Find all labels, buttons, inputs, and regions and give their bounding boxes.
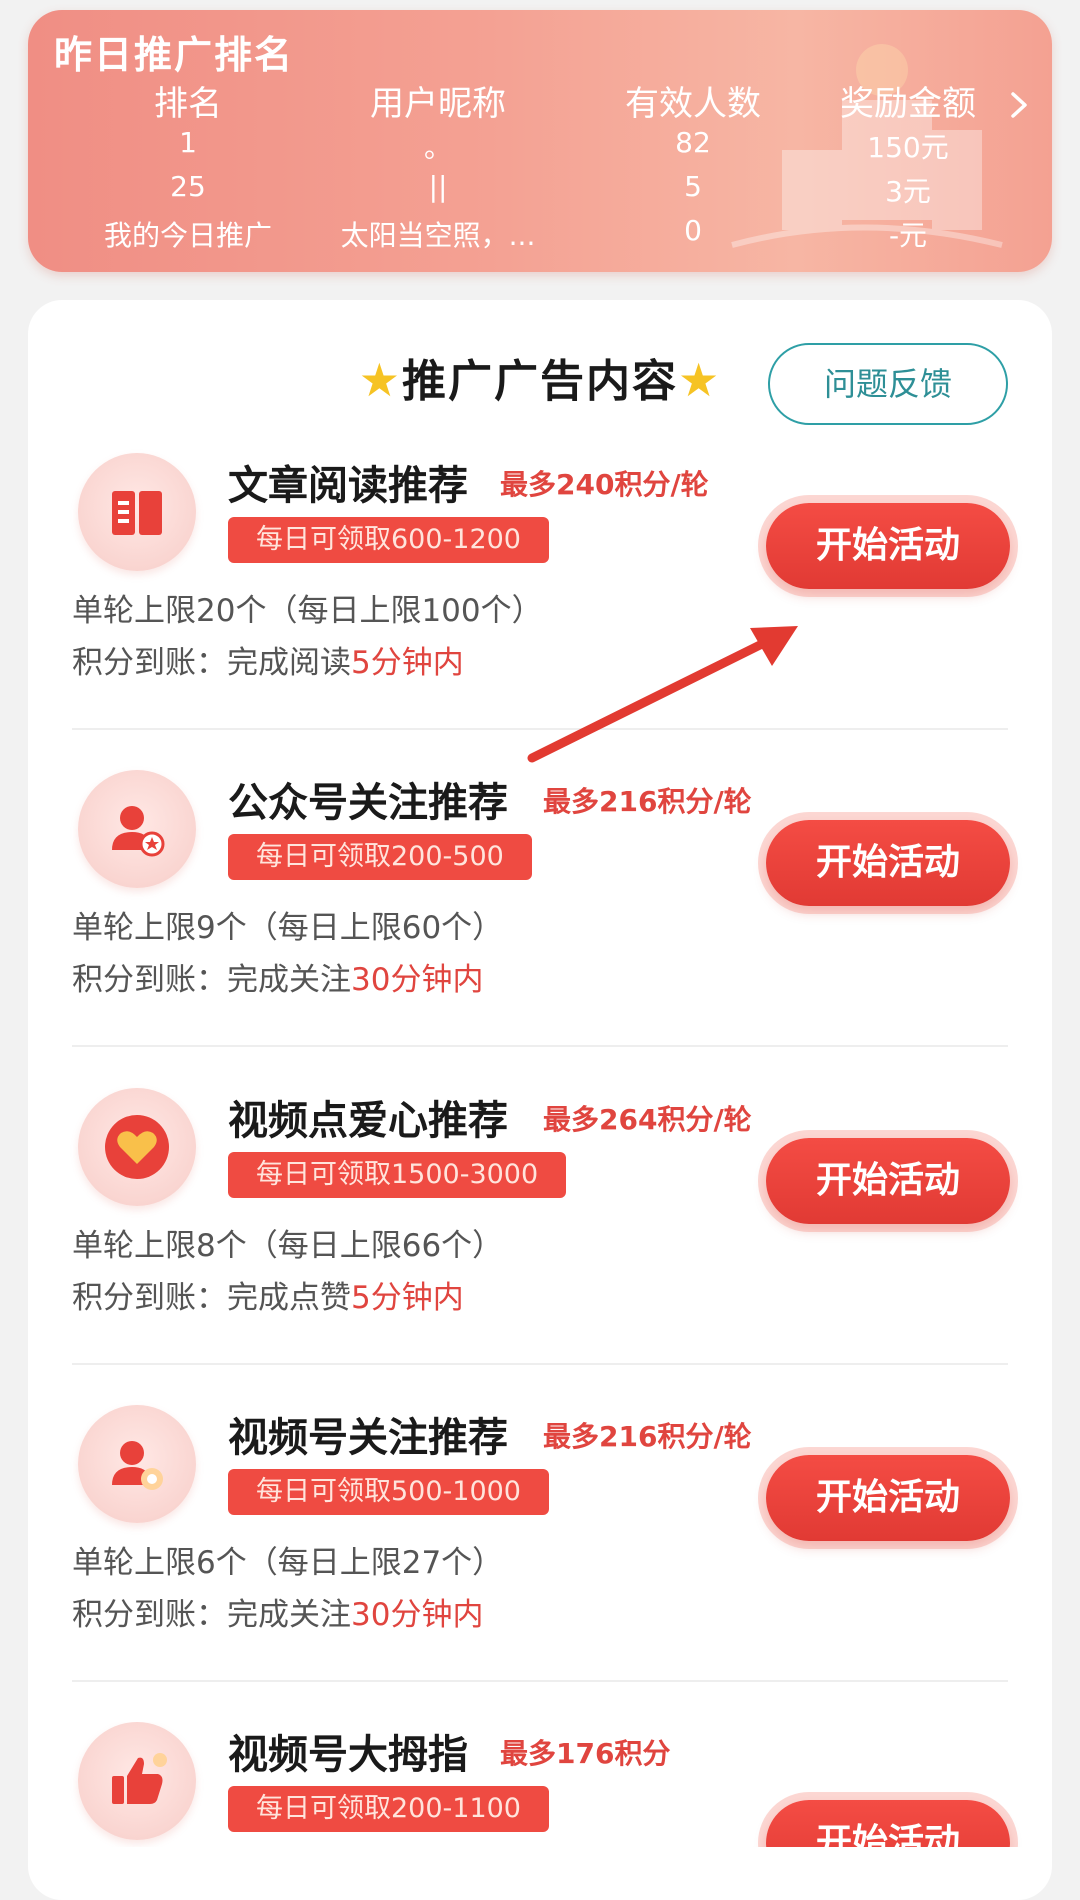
points-time: 5分钟内 bbox=[351, 1280, 464, 1316]
task-name: 视频点爱心推荐 bbox=[228, 1098, 508, 1144]
task-points: 积分到账：完成关注30分钟内 bbox=[72, 954, 483, 999]
thumbs-up-icon bbox=[78, 1722, 196, 1840]
ranking-title: 昨日推广排名 bbox=[54, 33, 295, 77]
my-nickname: 太阳当空照，... bbox=[340, 219, 536, 252]
start-activity-button[interactable]: 开始活动 bbox=[766, 503, 1010, 589]
feedback-button[interactable]: 问题反馈 bbox=[768, 343, 1008, 425]
header-count: 有效人数 bbox=[625, 84, 761, 124]
header-rank: 排名 bbox=[154, 84, 222, 124]
task-limit: 单轮上限8个（每日上限66个） bbox=[72, 1228, 504, 1264]
task-points: 积分到账：完成点赞5分钟内 bbox=[72, 1272, 464, 1317]
points-prefix: 积分到账：完成关注 bbox=[72, 962, 351, 998]
header-reward: 奖励金额 bbox=[840, 84, 976, 124]
my-label: 我的今日推广 bbox=[103, 219, 272, 252]
task-name: 视频号关注推荐 bbox=[228, 1415, 508, 1461]
row-count: 82 bbox=[675, 126, 711, 159]
points-prefix: 积分到账：完成关注 bbox=[72, 1597, 351, 1633]
start-activity-button[interactable]: 开始活动 bbox=[766, 820, 1010, 906]
task-item-video-account-follow: 视频号关注推荐 最多216积分/轮 每日可领取500-1000 单轮上限6个（每… bbox=[0, 1405, 1080, 1723]
task-max-points: 最多216积分/轮 bbox=[543, 1420, 752, 1453]
ranking-row: 1 。 82 150元 bbox=[28, 126, 1052, 170]
heart-icon bbox=[78, 1088, 196, 1206]
row-count: 5 bbox=[684, 170, 702, 203]
task-daily-badge: 每日可领取200-500 bbox=[228, 834, 532, 880]
points-prefix: 积分到账：完成阅读 bbox=[72, 645, 351, 681]
book-icon bbox=[78, 453, 196, 571]
section-title-text: 推广广告内容 bbox=[402, 356, 678, 407]
task-points: 积分到账：完成关注30分钟内 bbox=[72, 1589, 483, 1634]
start-activity-button[interactable]: 开始活动 bbox=[766, 1455, 1010, 1541]
task-item-video-like: 视频点爱心推荐 最多264积分/轮 每日可领取1500-3000 单轮上限8个（… bbox=[0, 1088, 1080, 1406]
star-icon: ★ bbox=[678, 353, 722, 407]
points-time: 5分钟内 bbox=[351, 645, 464, 681]
points-time: 30分钟内 bbox=[351, 962, 484, 998]
row-nickname: || bbox=[428, 170, 448, 203]
annotation-arrow-icon bbox=[527, 626, 798, 763]
ranking-row: 25 || 5 3元 bbox=[28, 170, 1052, 214]
task-max-points: 最多176积分 bbox=[500, 1737, 671, 1770]
my-reward: -元 bbox=[888, 219, 928, 252]
points-time: 30分钟内 bbox=[351, 1597, 484, 1633]
user-follow-icon bbox=[78, 770, 196, 888]
task-max-points: 最多216积分/轮 bbox=[543, 785, 752, 818]
task-daily-badge: 每日可领取600-1200 bbox=[228, 517, 549, 563]
divider bbox=[72, 1363, 1008, 1365]
task-limit: 单轮上限6个（每日上限27个） bbox=[72, 1545, 504, 1581]
task-daily-badge: 每日可领取500-1000 bbox=[228, 1469, 549, 1515]
row-rank: 1 bbox=[179, 126, 197, 159]
divider bbox=[72, 1045, 1008, 1047]
star-icon: ★ bbox=[358, 353, 402, 407]
row-reward: 150元 bbox=[867, 131, 949, 164]
task-name: 视频号大拇指 bbox=[228, 1732, 468, 1778]
header-nickname: 用户昵称 bbox=[370, 84, 506, 124]
task-item-official-account: 公众号关注推荐 最多216积分/轮 每日可领取200-500 单轮上限9个（每日… bbox=[0, 770, 1080, 1088]
task-limit: 单轮上限20个（每日上限100个） bbox=[72, 593, 543, 629]
task-name: 文章阅读推荐 bbox=[228, 463, 468, 509]
task-name: 公众号关注推荐 bbox=[228, 780, 508, 826]
row-nickname: 。 bbox=[423, 131, 452, 164]
start-activity-button[interactable]: 开始活动 bbox=[766, 1138, 1010, 1224]
task-max-points: 最多264积分/轮 bbox=[543, 1103, 752, 1136]
divider bbox=[72, 1680, 1008, 1682]
row-reward: 3元 bbox=[885, 175, 931, 208]
my-count: 0 bbox=[684, 214, 702, 247]
user-video-icon bbox=[78, 1405, 196, 1523]
ranking-banner[interactable]: 昨日推广排名 排名 用户昵称 有效人数 奖励金额 1 。 82 150元 25 … bbox=[28, 10, 1052, 272]
row-rank: 25 bbox=[170, 170, 206, 203]
task-daily-badge: 每日可领取200-1100 bbox=[228, 1786, 549, 1832]
task-daily-badge: 每日可领取1500-3000 bbox=[228, 1152, 567, 1198]
task-points: 积分到账：完成阅读5分钟内 bbox=[72, 637, 464, 682]
ranking-header-row: 排名 用户昵称 有效人数 奖励金额 bbox=[28, 76, 1052, 124]
my-ranking-row: 我的今日推广 太阳当空照，... 0 -元 bbox=[28, 214, 1052, 258]
start-activity-button[interactable]: 开始活动 bbox=[766, 1800, 1010, 1847]
task-limit: 单轮上限9个（每日上限60个） bbox=[72, 910, 504, 946]
task-max-points: 最多240积分/轮 bbox=[500, 468, 709, 501]
task-item-video-thumbs-up: 视频号大拇指 最多176积分 每日可领取200-1100 开始活动 bbox=[0, 1722, 1080, 1847]
points-prefix: 积分到账：完成点赞 bbox=[72, 1280, 351, 1316]
